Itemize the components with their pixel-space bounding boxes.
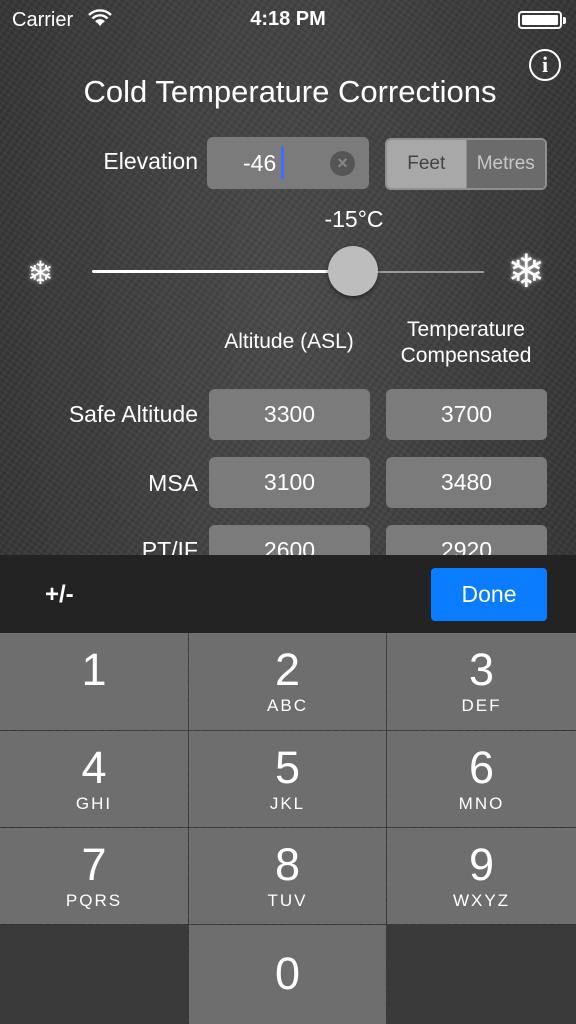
key-7[interactable]: 7 PQRS [0,828,188,924]
status-bar: Carrier 4:18 PM [0,0,576,40]
unit-metres-button[interactable]: Metres [465,140,545,188]
key-0[interactable]: 0 [189,925,386,1024]
row-label-msa: MSA [148,470,198,496]
key-4[interactable]: 4 GHI [0,731,188,827]
page-title: Cold Temperature Corrections [83,74,497,109]
backspace-key[interactable] [387,925,576,1024]
snowflake-small-icon: ❄ [27,255,54,291]
safe-altitude-compensated: 3700 [386,389,547,440]
safe-altitude-field[interactable]: 3300 [209,389,370,440]
msa-compensated: 3480 [386,457,547,508]
column-header-compensated-line1: Temperature [407,318,525,341]
plus-minus-button[interactable]: +/- [45,581,74,609]
slider-track-filled [92,270,354,273]
key-9[interactable]: 9 WXYZ [387,828,576,924]
unit-segmented-control: Feet Metres [385,138,547,190]
clock: 4:18 PM [250,8,326,30]
key-8[interactable]: 8 TUV [189,828,386,924]
clear-input-icon[interactable]: × [330,151,355,176]
column-header-compensated-line2: Compensated [400,344,532,367]
elevation-value: -46 [243,150,277,176]
snowflake-large-icon: ❄ [507,245,546,297]
key-5[interactable]: 5 JKL [189,731,386,827]
key-1[interactable]: 1 [0,633,188,730]
key-3[interactable]: 3 DEF [387,633,576,730]
row-label-safe-altitude: Safe Altitude [68,401,198,427]
text-caret [281,147,284,179]
app-screen: Carrier 4:18 PM i Cold Temperature Corre… [0,0,576,1024]
elevation-label: Elevation [103,148,198,174]
keyboard-accessory-bar: +/- Done [0,555,576,633]
column-header-altitude: Altitude (ASL) [224,330,354,353]
key-2[interactable]: 2 ABC [189,633,386,730]
unit-feet-button[interactable]: Feet [387,140,466,188]
done-button[interactable]: Done [431,568,547,621]
key-6[interactable]: 6 MNO [387,731,576,827]
numeric-keyboard: +/- Done 1 2 ABC 3 DEF 4 GHI 5 JKL 6 MNO 7 PQR… [0,555,576,1024]
temperature-label: -15°C [324,206,384,232]
temperature-slider-thumb[interactable] [328,246,378,296]
key-empty [0,925,188,1024]
msa-field[interactable]: 3100 [209,457,370,508]
battery-icon [518,11,566,29]
column-header-compensated: Temperature Compensated [385,317,547,369]
